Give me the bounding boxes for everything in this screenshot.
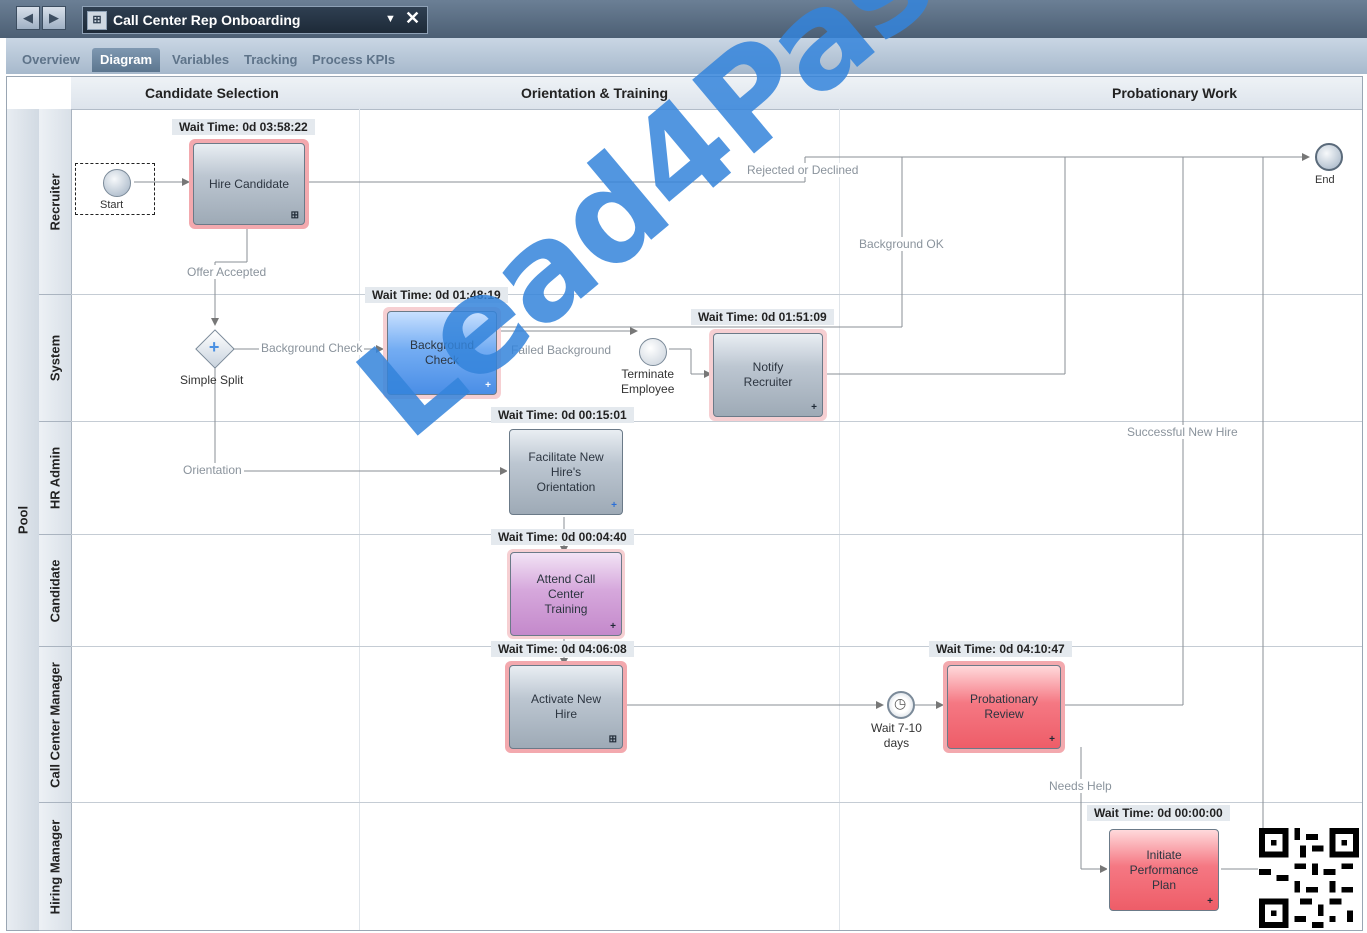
subprocess-marker-icon: ⊞ [290,210,299,221]
add-marker-icon: + [811,402,817,413]
terminate-event-label: Terminate Employee [621,367,675,396]
add-marker-icon: + [1049,734,1055,745]
wait-time-badge: Wait Time: 0d 00:00:00 [1087,805,1230,821]
title-bar: ◀ ▶ ⊞ Call Center Rep Onboarding ▼ ✕ [0,0,1367,38]
flow-label-background-ok: Background OK [857,237,946,251]
timer-event-icon[interactable]: ◷ [887,691,915,719]
start-event-icon[interactable] [103,169,131,197]
process-tab[interactable]: ⊞ Call Center Rep Onboarding ▼ ✕ [82,6,428,34]
task-facilitate-orientation[interactable]: Facilitate New Hire's Orientation + [507,427,625,517]
tab-diagram[interactable]: Diagram [92,48,161,72]
flow-label-offer-accepted: Offer Accepted [185,265,269,279]
add-marker-icon: + [1207,896,1213,907]
end-event-label: End [1315,174,1335,186]
start-event-label: Start [100,199,124,211]
close-icon[interactable]: ✕ [405,8,420,29]
wait-time-badge: Wait Time: 0d 00:04:40 [491,529,634,545]
task-probationary-review[interactable]: Probationary Review + [943,661,1065,753]
flow-label-orientation: Orientation [181,463,244,477]
forward-arrow-icon[interactable]: ▶ [42,6,66,30]
process-icon: ⊞ [87,11,107,30]
wait-time-badge: Wait Time: 0d 00:15:01 [491,407,634,423]
task-initiate-performance-plan[interactable]: Initiate Performance Plan + [1107,827,1221,913]
process-title: Call Center Rep Onboarding [113,12,301,28]
wait-time-badge: Wait Time: 0d 03:58:22 [172,119,315,135]
flow-label-needs-help: Needs Help [1047,779,1114,793]
task-notify-recruiter[interactable]: Notify Recruiter + [709,329,827,421]
flow-label-successful-hire: Successful New Hire [1125,425,1240,439]
terminate-event-icon[interactable] [639,338,667,366]
tab-variables[interactable]: Variables [172,48,229,72]
qr-code-image [1258,828,1360,928]
wait-time-badge: Wait Time: 0d 04:06:08 [491,641,634,657]
timer-event-label: Wait 7-10 days [871,721,922,750]
task-activate-new-hire[interactable]: Activate New Hire ⊞ [505,661,627,753]
add-marker-icon: + [611,500,617,511]
task-attend-training[interactable]: Attend Call Center Training + [507,549,625,639]
back-arrow-icon[interactable]: ◀ [16,6,40,30]
chevron-down-icon[interactable]: ▼ [385,13,396,25]
subprocess-marker-icon: ⊞ [608,734,617,745]
tab-process-kpis[interactable]: Process KPIs [312,48,395,72]
tab-overview[interactable]: Overview [22,48,80,72]
clock-icon: ◷ [894,695,907,711]
add-marker-icon: + [610,621,616,632]
tab-tracking[interactable]: Tracking [244,48,297,72]
wait-time-badge: Wait Time: 0d 01:51:09 [691,309,834,325]
end-event-icon[interactable] [1315,143,1343,171]
gateway-label: Simple Split [180,373,244,387]
wait-time-badge: Wait Time: 0d 04:10:47 [929,641,1072,657]
task-hire-candidate[interactable]: Hire Candidate ⊞ [189,139,309,229]
